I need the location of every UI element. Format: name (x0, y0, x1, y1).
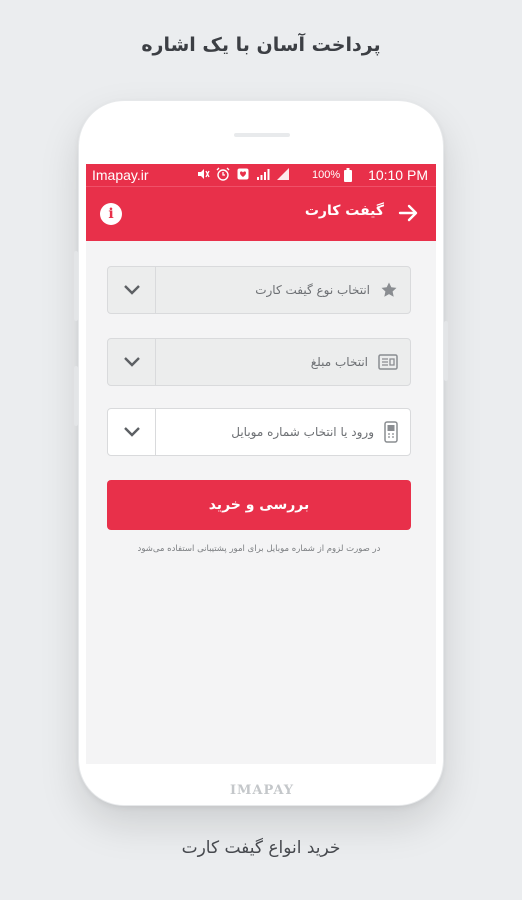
mobile-number-field[interactable]: ورود یا انتخاب شماره موبایل (107, 408, 411, 456)
page-title: گیفت کارت (304, 203, 384, 219)
app-toolbar: گیفت کارت i (86, 186, 436, 241)
status-icons (196, 167, 290, 181)
signal-icon (277, 168, 289, 180)
status-bar: Imapay.ir 100% 10:10 PM (86, 164, 436, 186)
bill-icon (378, 354, 398, 370)
amount-label: انتخاب مبلغ (310, 355, 368, 369)
review-and-buy-button[interactable]: بررسی و خرید (107, 480, 411, 530)
star-icon (381, 282, 397, 297)
mobile-label: ورود یا انتخاب شماره موبایل (231, 425, 374, 439)
back-arrow-icon[interactable] (396, 201, 420, 225)
phone-power-button (444, 321, 448, 381)
carrier-label: Imapay.ir (92, 167, 149, 183)
signal-icon (257, 169, 270, 180)
card-type-label: انتخاب نوع گیفت کارت (255, 283, 370, 297)
mobile-phone-icon (384, 421, 398, 443)
amount-select[interactable]: انتخاب مبلغ (107, 338, 411, 386)
card-type-select[interactable]: انتخاب نوع گیفت کارت (107, 266, 411, 314)
chevron-down-icon[interactable] (108, 267, 156, 313)
battery-icon (344, 168, 352, 182)
support-note: در صورت لزوم از شماره موبایل برای امور پ… (137, 544, 381, 554)
chevron-down-icon[interactable] (108, 339, 156, 385)
phone-speaker (234, 133, 290, 137)
promo-caption: خرید انواع گیفت کارت (181, 838, 341, 858)
notification-icon (237, 168, 249, 180)
alarm-icon (216, 167, 230, 181)
clock: 10:10 PM (368, 167, 428, 183)
phone-brand-mark: IMAPAY (229, 783, 295, 798)
phone-volume-button (74, 366, 78, 426)
battery-percent: 100% (312, 169, 341, 181)
phone-volume-button (74, 251, 78, 321)
chevron-down-icon[interactable] (108, 409, 156, 455)
app-screen: Imapay.ir 100% 10:10 PM گیفت کارت i انتخ… (86, 164, 436, 764)
info-icon[interactable]: i (100, 203, 122, 225)
promo-headline: پرداخت آسان با یک اشاره (141, 34, 381, 56)
mute-icon (198, 169, 210, 179)
